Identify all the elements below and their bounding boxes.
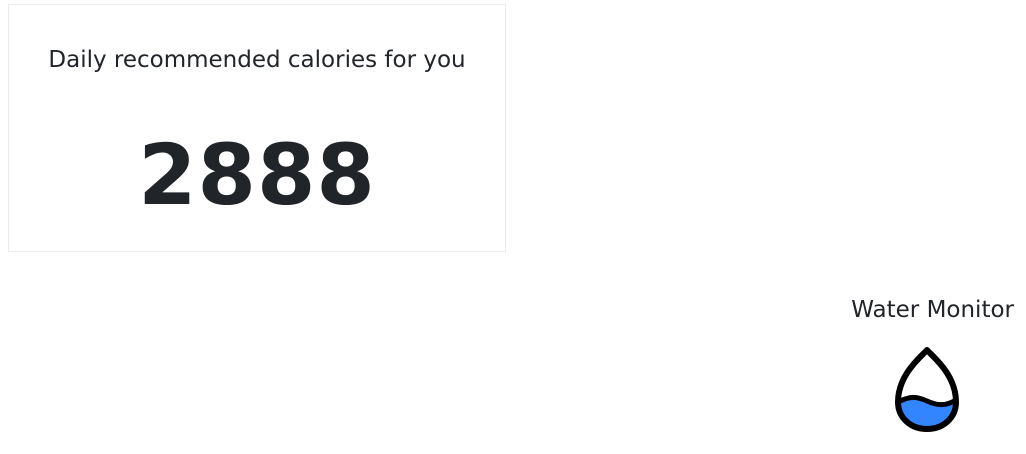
water-monitor-title: Water Monitor [851,297,1014,323]
water-monitor: Water Monitor [824,294,1014,444]
calorie-card: Daily recommended calories for you 2888 [8,4,506,252]
calorie-card-title: Daily recommended calories for you [48,47,466,73]
calorie-value: 2888 [138,126,376,224]
water-drop-icon[interactable] [892,344,962,434]
